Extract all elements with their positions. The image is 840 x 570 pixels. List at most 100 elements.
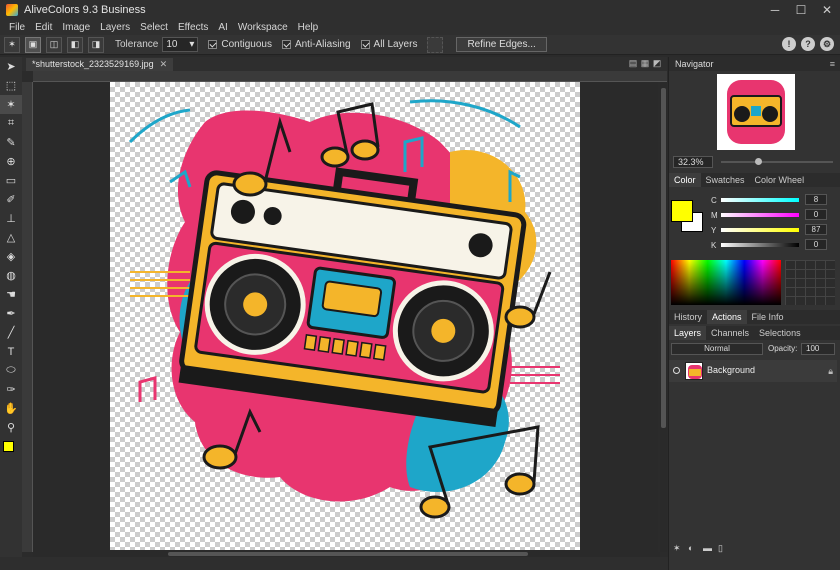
new-selection-mode-icon[interactable]: ▣ xyxy=(25,36,41,53)
yellow-value[interactable]: 87 xyxy=(805,224,827,235)
canvas-area[interactable] xyxy=(33,82,658,552)
adjustment-layer-icon[interactable]: ◐ xyxy=(688,543,703,557)
shape-tool-icon[interactable]: ⬭ xyxy=(0,361,22,380)
swatch-grid[interactable] xyxy=(785,260,835,305)
tab-channels[interactable]: Channels xyxy=(706,326,754,340)
tab-layers[interactable]: Layers xyxy=(669,326,707,340)
new-layer-icon[interactable]: ▯ xyxy=(718,543,733,557)
tab-color-wheel[interactable]: Color Wheel xyxy=(750,173,810,187)
crop-tool-icon[interactable]: ⌗ xyxy=(0,114,22,133)
intersect-selection-mode-icon[interactable]: ◨ xyxy=(88,36,104,53)
maximize-button[interactable]: ☐ xyxy=(788,0,814,20)
color-spectrum[interactable] xyxy=(671,260,781,305)
anti-aliasing-checkbox[interactable]: Anti-Aliasing xyxy=(281,39,351,50)
document-tab[interactable]: *shutterstock_2323529169.jpg ✕ xyxy=(26,58,174,71)
selection-marquee-icon[interactable] xyxy=(427,36,444,53)
line-tool-icon[interactable]: ╱ xyxy=(0,323,22,342)
zoom-slider[interactable] xyxy=(721,158,833,165)
minimize-button[interactable]: ─ xyxy=(762,0,788,20)
menu-effects[interactable]: Effects xyxy=(173,22,213,33)
clone-tool-icon[interactable]: ⊕ xyxy=(0,152,22,171)
layer-row[interactable]: Background 🔒︎ xyxy=(669,360,837,382)
fill-tool-icon[interactable]: ◈ xyxy=(0,247,22,266)
foreground-color-swatch[interactable] xyxy=(3,441,14,452)
triangle-tool-icon[interactable]: △ xyxy=(0,228,22,247)
tolerance-value: 10 xyxy=(166,39,178,50)
zoom-input[interactable]: 32.3% xyxy=(673,155,713,168)
lock-icon[interactable]: 🔒︎ xyxy=(828,366,833,377)
brush-tool-icon[interactable]: ✎ xyxy=(0,133,22,152)
menu-select[interactable]: Select xyxy=(135,22,173,33)
tab-color[interactable]: Color xyxy=(669,173,701,187)
tab-file-info[interactable]: File Info xyxy=(747,310,789,324)
tolerance-input[interactable]: 10 ▾ xyxy=(162,37,199,52)
magic-wand-preset-icon[interactable]: ✶ xyxy=(4,36,20,53)
tab-swatches[interactable]: Swatches xyxy=(701,173,750,187)
smudge-tool-icon[interactable]: ☚ xyxy=(0,285,22,304)
menu-file[interactable]: File xyxy=(4,22,30,33)
move-tool-icon[interactable]: ➤ xyxy=(0,57,22,76)
menu-workspace[interactable]: Workspace xyxy=(233,22,293,33)
help-icon[interactable]: ? xyxy=(801,37,815,51)
menu-layers[interactable]: Layers xyxy=(95,22,135,33)
contiguous-checkbox[interactable]: Contiguous xyxy=(208,39,272,50)
close-tab-icon[interactable]: ✕ xyxy=(160,59,168,69)
black-slider[interactable]: K0 xyxy=(711,239,827,250)
navigator-preview[interactable] xyxy=(717,74,795,150)
black-track[interactable] xyxy=(721,243,799,247)
zoom-slider-handle[interactable] xyxy=(755,158,762,165)
settings-gear-icon[interactable]: ⚙ xyxy=(820,37,834,51)
magenta-slider[interactable]: M0 xyxy=(711,209,827,220)
new-group-icon[interactable]: ▬ xyxy=(703,543,718,557)
marquee-tool-icon[interactable]: ⬚ xyxy=(0,76,22,95)
arrange-windows-icon[interactable]: ▦ xyxy=(639,58,651,69)
zoom-tool-icon[interactable]: ⚲ xyxy=(0,418,22,437)
document-canvas[interactable] xyxy=(110,82,580,550)
yellow-track[interactable] xyxy=(721,228,799,232)
blur-tool-icon[interactable]: ◍ xyxy=(0,266,22,285)
menu-edit[interactable]: Edit xyxy=(30,22,57,33)
layer-effects-icon[interactable]: ✶ xyxy=(673,543,688,557)
foreground-color-preview[interactable] xyxy=(671,200,693,222)
new-document-icon[interactable]: ▤ xyxy=(627,58,639,69)
scroll-thumb[interactable] xyxy=(661,88,666,428)
tab-actions[interactable]: Actions xyxy=(707,310,747,324)
pencil-tool-icon[interactable]: ✐ xyxy=(0,190,22,209)
eyedropper-tool-icon[interactable]: ✑ xyxy=(0,380,22,399)
cyan-track[interactable] xyxy=(721,198,799,202)
opacity-input[interactable]: 100 xyxy=(801,343,835,355)
visibility-eye-icon[interactable] xyxy=(673,367,680,374)
scroll-thumb[interactable] xyxy=(168,552,528,556)
magenta-track[interactable] xyxy=(721,213,799,217)
magenta-value[interactable]: 0 xyxy=(805,209,827,220)
stripe-decoration-right xyxy=(510,366,560,384)
menu-ai[interactable]: AI xyxy=(213,22,232,33)
cyan-slider[interactable]: C8 xyxy=(711,194,827,205)
text-tool-icon[interactable]: T xyxy=(0,342,22,361)
cyan-value[interactable]: 8 xyxy=(805,194,827,205)
hand-tool-icon[interactable]: ✋ xyxy=(0,399,22,418)
pen-tool-icon[interactable]: ✒ xyxy=(0,304,22,323)
yellow-label: Y xyxy=(711,225,717,235)
menu-image[interactable]: Image xyxy=(57,22,95,33)
subtract-selection-mode-icon[interactable]: ◧ xyxy=(67,36,83,53)
close-button[interactable]: ✕ xyxy=(814,0,840,20)
add-selection-mode-icon[interactable]: ◫ xyxy=(46,36,62,53)
menu-icon[interactable]: ≡ xyxy=(830,57,835,71)
all-layers-checkbox[interactable]: All Layers xyxy=(360,39,417,50)
stamp-tool-icon[interactable]: ⊥ xyxy=(0,209,22,228)
panel-toggle-icon[interactable]: ◩ xyxy=(651,58,663,69)
magic-wand-tool-icon[interactable]: ✶ xyxy=(0,95,22,114)
yellow-slider[interactable]: Y 87 xyxy=(711,224,827,235)
refine-edges-button[interactable]: Refine Edges... xyxy=(456,37,547,52)
tab-history[interactable]: History xyxy=(669,310,707,324)
eraser-tool-icon[interactable]: ▭ xyxy=(0,171,22,190)
menu-help[interactable]: Help xyxy=(293,22,324,33)
blend-mode-select[interactable]: Normal xyxy=(671,343,763,355)
chevron-down-icon[interactable]: ▾ xyxy=(189,39,194,50)
notification-icon[interactable]: ! xyxy=(782,37,796,51)
black-value[interactable]: 0 xyxy=(805,239,827,250)
vertical-scrollbar[interactable] xyxy=(660,82,667,552)
tab-selections[interactable]: Selections xyxy=(754,326,806,340)
document-tab-label: *shutterstock_2323529169.jpg xyxy=(32,59,154,69)
